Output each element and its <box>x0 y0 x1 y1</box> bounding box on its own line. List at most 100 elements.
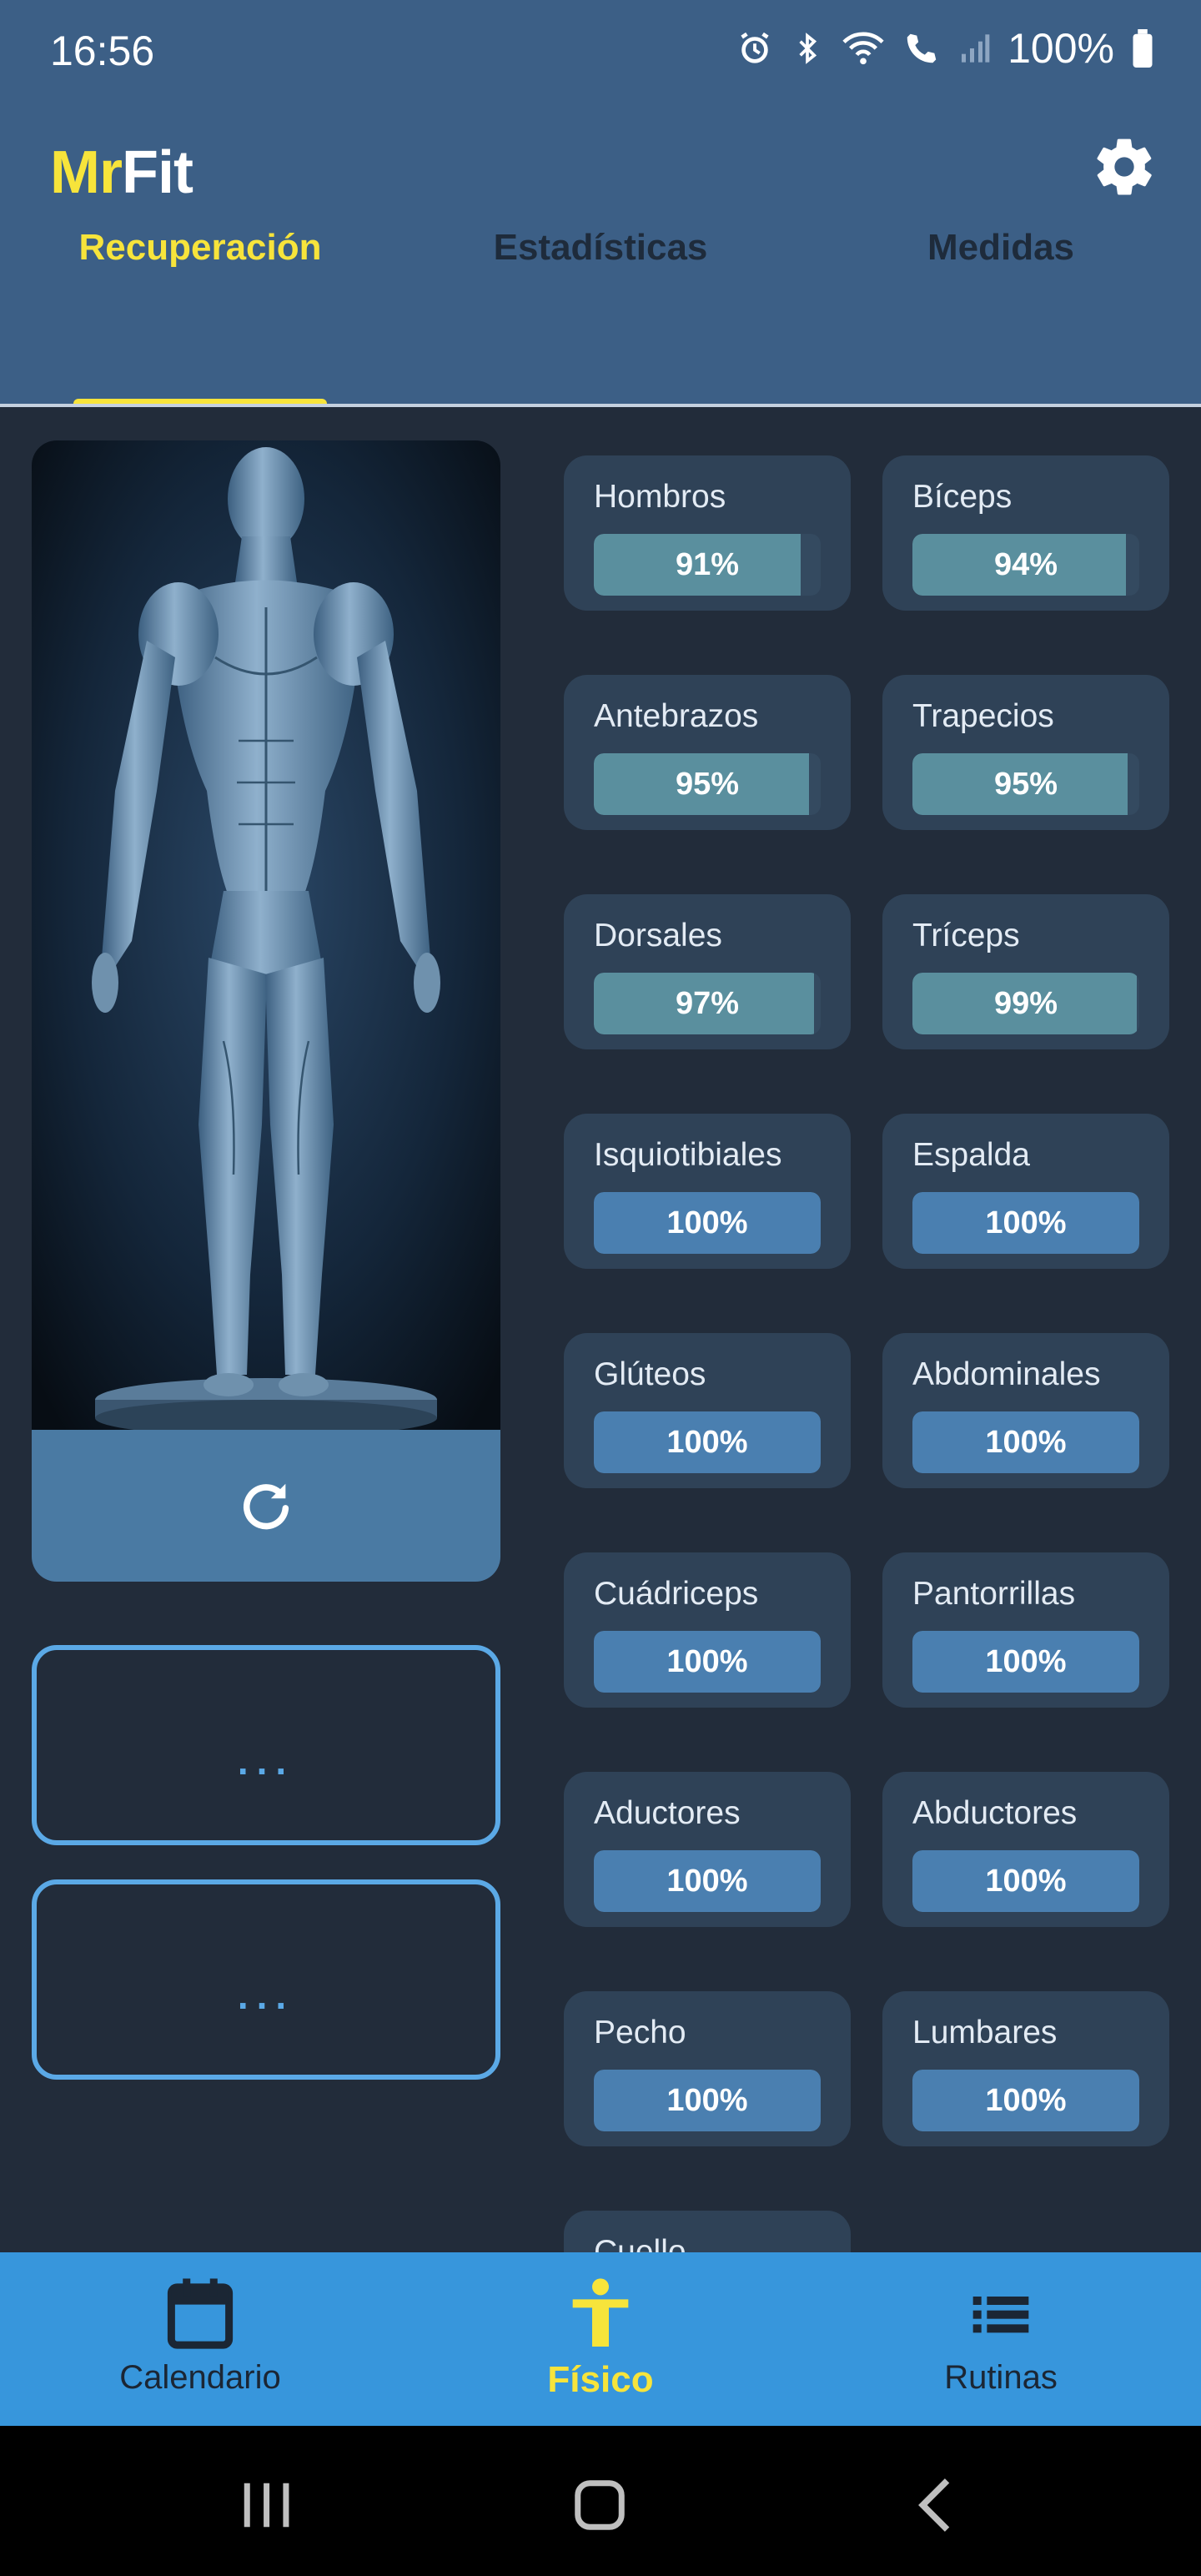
muscle-card[interactable]: Glúteos 100% <box>564 1333 851 1488</box>
recovery-percent: 95% <box>993 766 1058 802</box>
more-box-2[interactable]: ... <box>32 1879 500 2080</box>
refresh-button[interactable] <box>32 1430 500 1582</box>
tab-recuperacion[interactable]: Recuperación <box>0 102 400 268</box>
list-icon <box>972 2297 1029 2333</box>
muscle-card[interactable]: Tríceps 99% <box>882 894 1169 1049</box>
wifi-call-icon <box>907 33 937 63</box>
recovery-percent: 100% <box>666 2082 748 2118</box>
recovery-progress-bar: 95% <box>594 753 821 815</box>
muscle-name: Espalda <box>912 1137 1030 1173</box>
battery-percent: 100% <box>1008 25 1114 72</box>
muscle-card[interactable]: Abdominales 100% <box>882 1333 1169 1488</box>
recovery-progress-bar: 100% <box>594 1631 821 1693</box>
status-time: 16:56 <box>50 28 155 74</box>
more-dots: ... <box>237 1974 295 2017</box>
muscle-name: Dorsales <box>594 918 722 953</box>
muscle-name: Antebrazos <box>594 698 759 734</box>
body-icon <box>572 2278 629 2347</box>
recovery-progress-bar: 99% <box>912 973 1139 1034</box>
muscle-name: Pantorrillas <box>912 1576 1076 1612</box>
recovery-progress-bar: 94% <box>912 534 1139 596</box>
muscle-card[interactable]: Espalda 100% <box>882 1114 1169 1269</box>
recovery-percent: 95% <box>675 766 740 802</box>
muscle-card[interactable]: Dorsales 97% <box>564 894 851 1049</box>
muscle-name: Pecho <box>594 2015 686 2050</box>
muscle-name: Bíceps <box>912 479 1013 515</box>
recovery-percent: 100% <box>666 1205 748 1240</box>
recovery-percent: 100% <box>985 1424 1067 1460</box>
recovery-progress-bar: 97% <box>594 973 821 1034</box>
muscle-card[interactable]: Antebrazos 95% <box>564 675 851 830</box>
muscle-card[interactable]: Trapecios 95% <box>882 675 1169 830</box>
recent-apps-icon[interactable] <box>239 2476 294 2534</box>
recovery-progress-bar: 100% <box>912 1850 1139 1912</box>
recovery-percent: 91% <box>675 546 740 582</box>
recovery-progress-bar: 100% <box>912 1411 1139 1473</box>
recovery-progress-bar: 100% <box>594 2070 821 2131</box>
recovery-progress-bar: 95% <box>912 753 1139 815</box>
muscle-name: Abductores <box>912 1795 1078 1831</box>
recovery-percent: 100% <box>666 1863 748 1899</box>
muscle-name: Trapecios <box>912 698 1054 734</box>
recovery-progress-bar: 91% <box>594 534 821 596</box>
tab-medidas[interactable]: Medidas <box>801 102 1201 268</box>
muscle-name: Hombros <box>594 479 726 515</box>
back-icon[interactable] <box>914 2476 956 2534</box>
app-bar: MrFit Recuperación Estadísticas Medidas <box>0 102 1201 407</box>
muscle-name: Tríceps <box>912 918 1020 953</box>
recovery-percent: 99% <box>993 985 1058 1021</box>
tab-estadisticas[interactable]: Estadísticas <box>400 102 801 268</box>
nav-label: Rutinas <box>944 2359 1058 2396</box>
muscle-name: Cuádriceps <box>594 1576 759 1612</box>
muscle-name: Glúteos <box>594 1356 706 1392</box>
muscle-card[interactable]: Pantorrillas 100% <box>882 1552 1169 1708</box>
nav-label: Físico <box>547 2359 654 2400</box>
content-area: ... ... Hombros 91% Bíceps 94% Antebrazos 95%… <box>0 407 1201 2252</box>
muscle-name: Isquiotibiales <box>594 1137 782 1173</box>
recovery-percent: 94% <box>993 546 1058 582</box>
bluetooth-icon <box>799 33 817 64</box>
body-figure-card[interactable] <box>32 440 500 1582</box>
recovery-percent: 100% <box>666 1424 748 1460</box>
recovery-percent: 100% <box>666 1643 748 1679</box>
muscle-card[interactable]: Abductores 100% <box>882 1772 1169 1927</box>
muscle-card[interactable]: Isquiotibiales 100% <box>564 1114 851 1269</box>
home-icon[interactable] <box>572 2476 627 2534</box>
bottom-nav: Calendario Físico Rutinas <box>0 2252 1201 2426</box>
more-box-1[interactable]: ... <box>32 1645 500 1845</box>
muscle-card[interactable]: Hombros 91% <box>564 455 851 611</box>
muscle-card[interactable]: Lumbares 100% <box>882 1991 1169 2146</box>
wifi-icon <box>842 32 884 65</box>
recovery-percent: 97% <box>675 985 740 1021</box>
muscle-name: Aductores <box>594 1795 741 1831</box>
muscle-card[interactable]: Pecho 100% <box>564 1991 851 2146</box>
more-dots: ... <box>237 1739 295 1783</box>
recovery-percent: 100% <box>985 2082 1067 2118</box>
nav-fisico[interactable]: Físico <box>400 2252 801 2426</box>
muscle-card[interactable]: Cuádriceps 100% <box>564 1552 851 1708</box>
muscle-card[interactable]: Bíceps 94% <box>882 455 1169 611</box>
battery-icon <box>1133 29 1153 68</box>
muscle-name: Lumbares <box>912 2015 1058 2050</box>
recovery-progress-bar: 100% <box>594 1850 821 1912</box>
refresh-icon <box>243 1483 289 1530</box>
tab-label: Medidas <box>927 227 1075 268</box>
nav-rutinas[interactable]: Rutinas <box>801 2252 1201 2426</box>
recovery-progress-bar: 100% <box>912 1631 1139 1693</box>
tab-label: Estadísticas <box>493 227 708 268</box>
anatomy-figure-image <box>32 440 500 1430</box>
nav-label: Calendario <box>119 2359 281 2396</box>
muscle-card[interactable]: Cuello <box>564 2211 851 2252</box>
tab-label: Recuperación <box>78 227 322 268</box>
system-nav-bar <box>0 2426 1201 2576</box>
calendar-icon <box>167 2278 234 2349</box>
recovery-percent: 100% <box>985 1863 1067 1899</box>
muscle-name: Abdominales <box>912 1356 1101 1392</box>
muscle-card[interactable]: Aductores 100% <box>564 1772 851 1927</box>
recovery-percent: 100% <box>985 1205 1067 1240</box>
status-bar: 16:56 100% <box>0 0 1201 102</box>
recovery-progress-bar: 100% <box>594 1192 821 1254</box>
nav-calendario[interactable]: Calendario <box>0 2252 400 2426</box>
recovery-progress-bar: 100% <box>594 1411 821 1473</box>
muscle-name: Cuello <box>594 2234 686 2252</box>
